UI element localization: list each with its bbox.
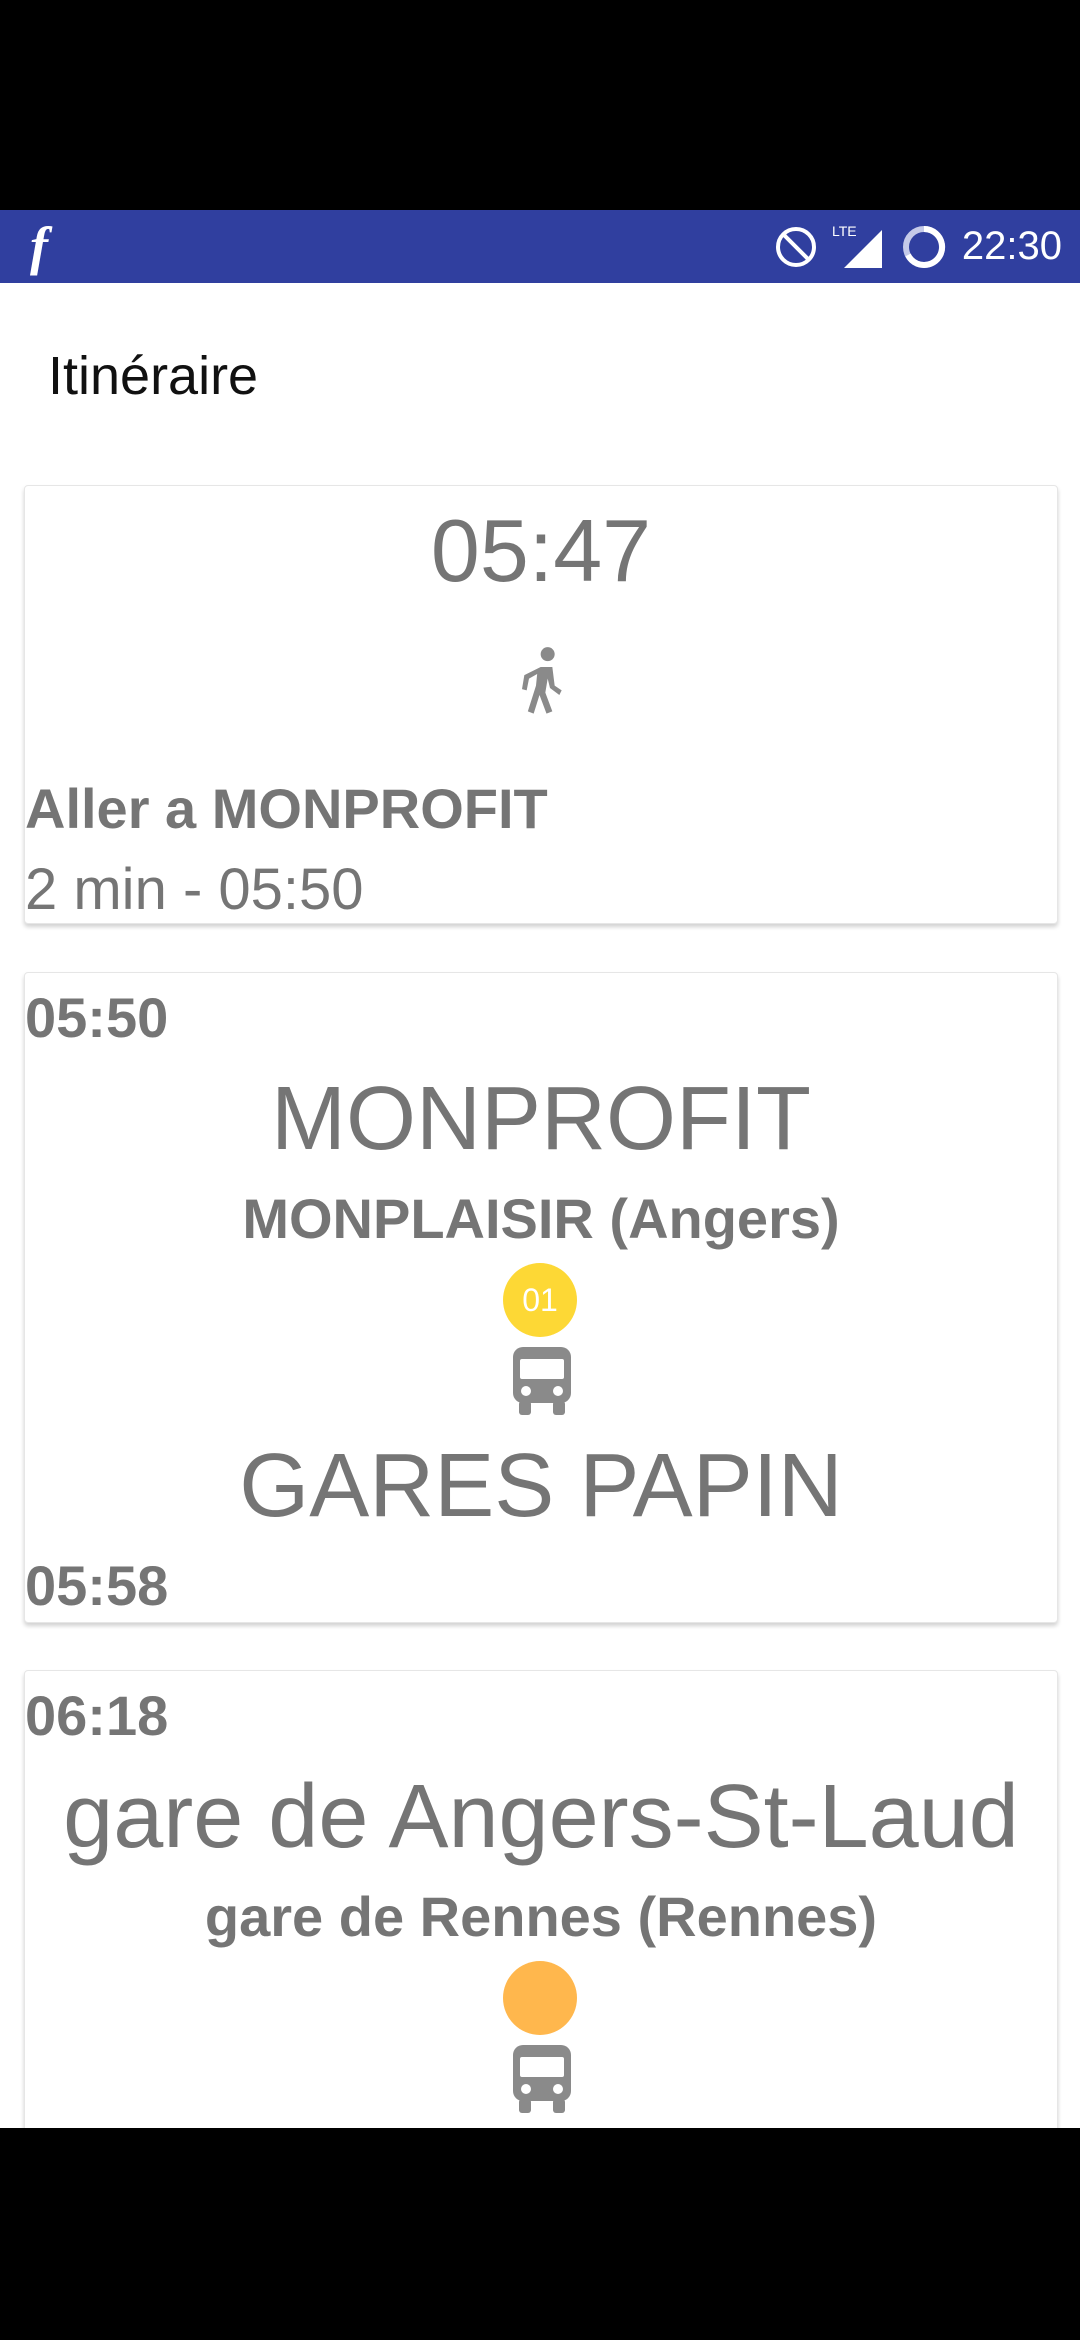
walk-destination: Aller a MONPROFIT xyxy=(25,777,548,840)
lte-signal-icon: LTE xyxy=(832,223,882,268)
bus-icon xyxy=(513,2045,571,2113)
page-title: Itinéraire xyxy=(48,346,259,406)
departure-time: 05:50 xyxy=(25,986,169,1049)
walk-icon xyxy=(522,647,562,714)
departure-stop: MONPROFIT xyxy=(271,1069,811,1169)
itinerary-screen: Itinéraire 05:47 Aller a MONPROFIT 2 min… xyxy=(0,283,1080,2128)
departure-stop: gare de Angers-St-Laud xyxy=(63,1767,1019,1867)
step-time: 05:47 xyxy=(430,501,652,600)
line-direction: MONPLAISIR (Angers) xyxy=(242,1187,840,1250)
walk-duration: 2 min - 05:50 xyxy=(25,857,364,922)
departure-time: 06:18 xyxy=(25,1684,169,1747)
line-badge xyxy=(503,1961,577,2035)
line-badge: 01 xyxy=(503,1263,577,1337)
status-bar: f LTE 22:30 xyxy=(0,210,1080,283)
line-direction: gare de Rennes (Rennes) xyxy=(204,1885,878,1948)
bus-icon xyxy=(513,1347,571,1415)
sync-icon xyxy=(902,225,946,268)
bus-step-card[interactable]: 06:18 gare de Angers-St-Laud gare de Ren… xyxy=(24,1670,1058,2128)
do-not-disturb-icon xyxy=(775,226,816,267)
navigation-bar xyxy=(0,2128,1080,2340)
walk-step-card[interactable]: 05:47 Aller a MONPROFIT 2 min - 05:50 xyxy=(24,485,1058,924)
arrival-stop: GARES PAPIN xyxy=(239,1436,843,1536)
arrival-time: 05:58 xyxy=(25,1554,169,1617)
app-notification-icon: f xyxy=(30,216,48,276)
status-time: 22:30 xyxy=(961,224,1062,268)
svg-text:LTE: LTE xyxy=(832,223,857,239)
bus-step-card[interactable]: 05:50 MONPROFIT MONPLAISIR (Angers) 01 G… xyxy=(24,972,1058,1623)
